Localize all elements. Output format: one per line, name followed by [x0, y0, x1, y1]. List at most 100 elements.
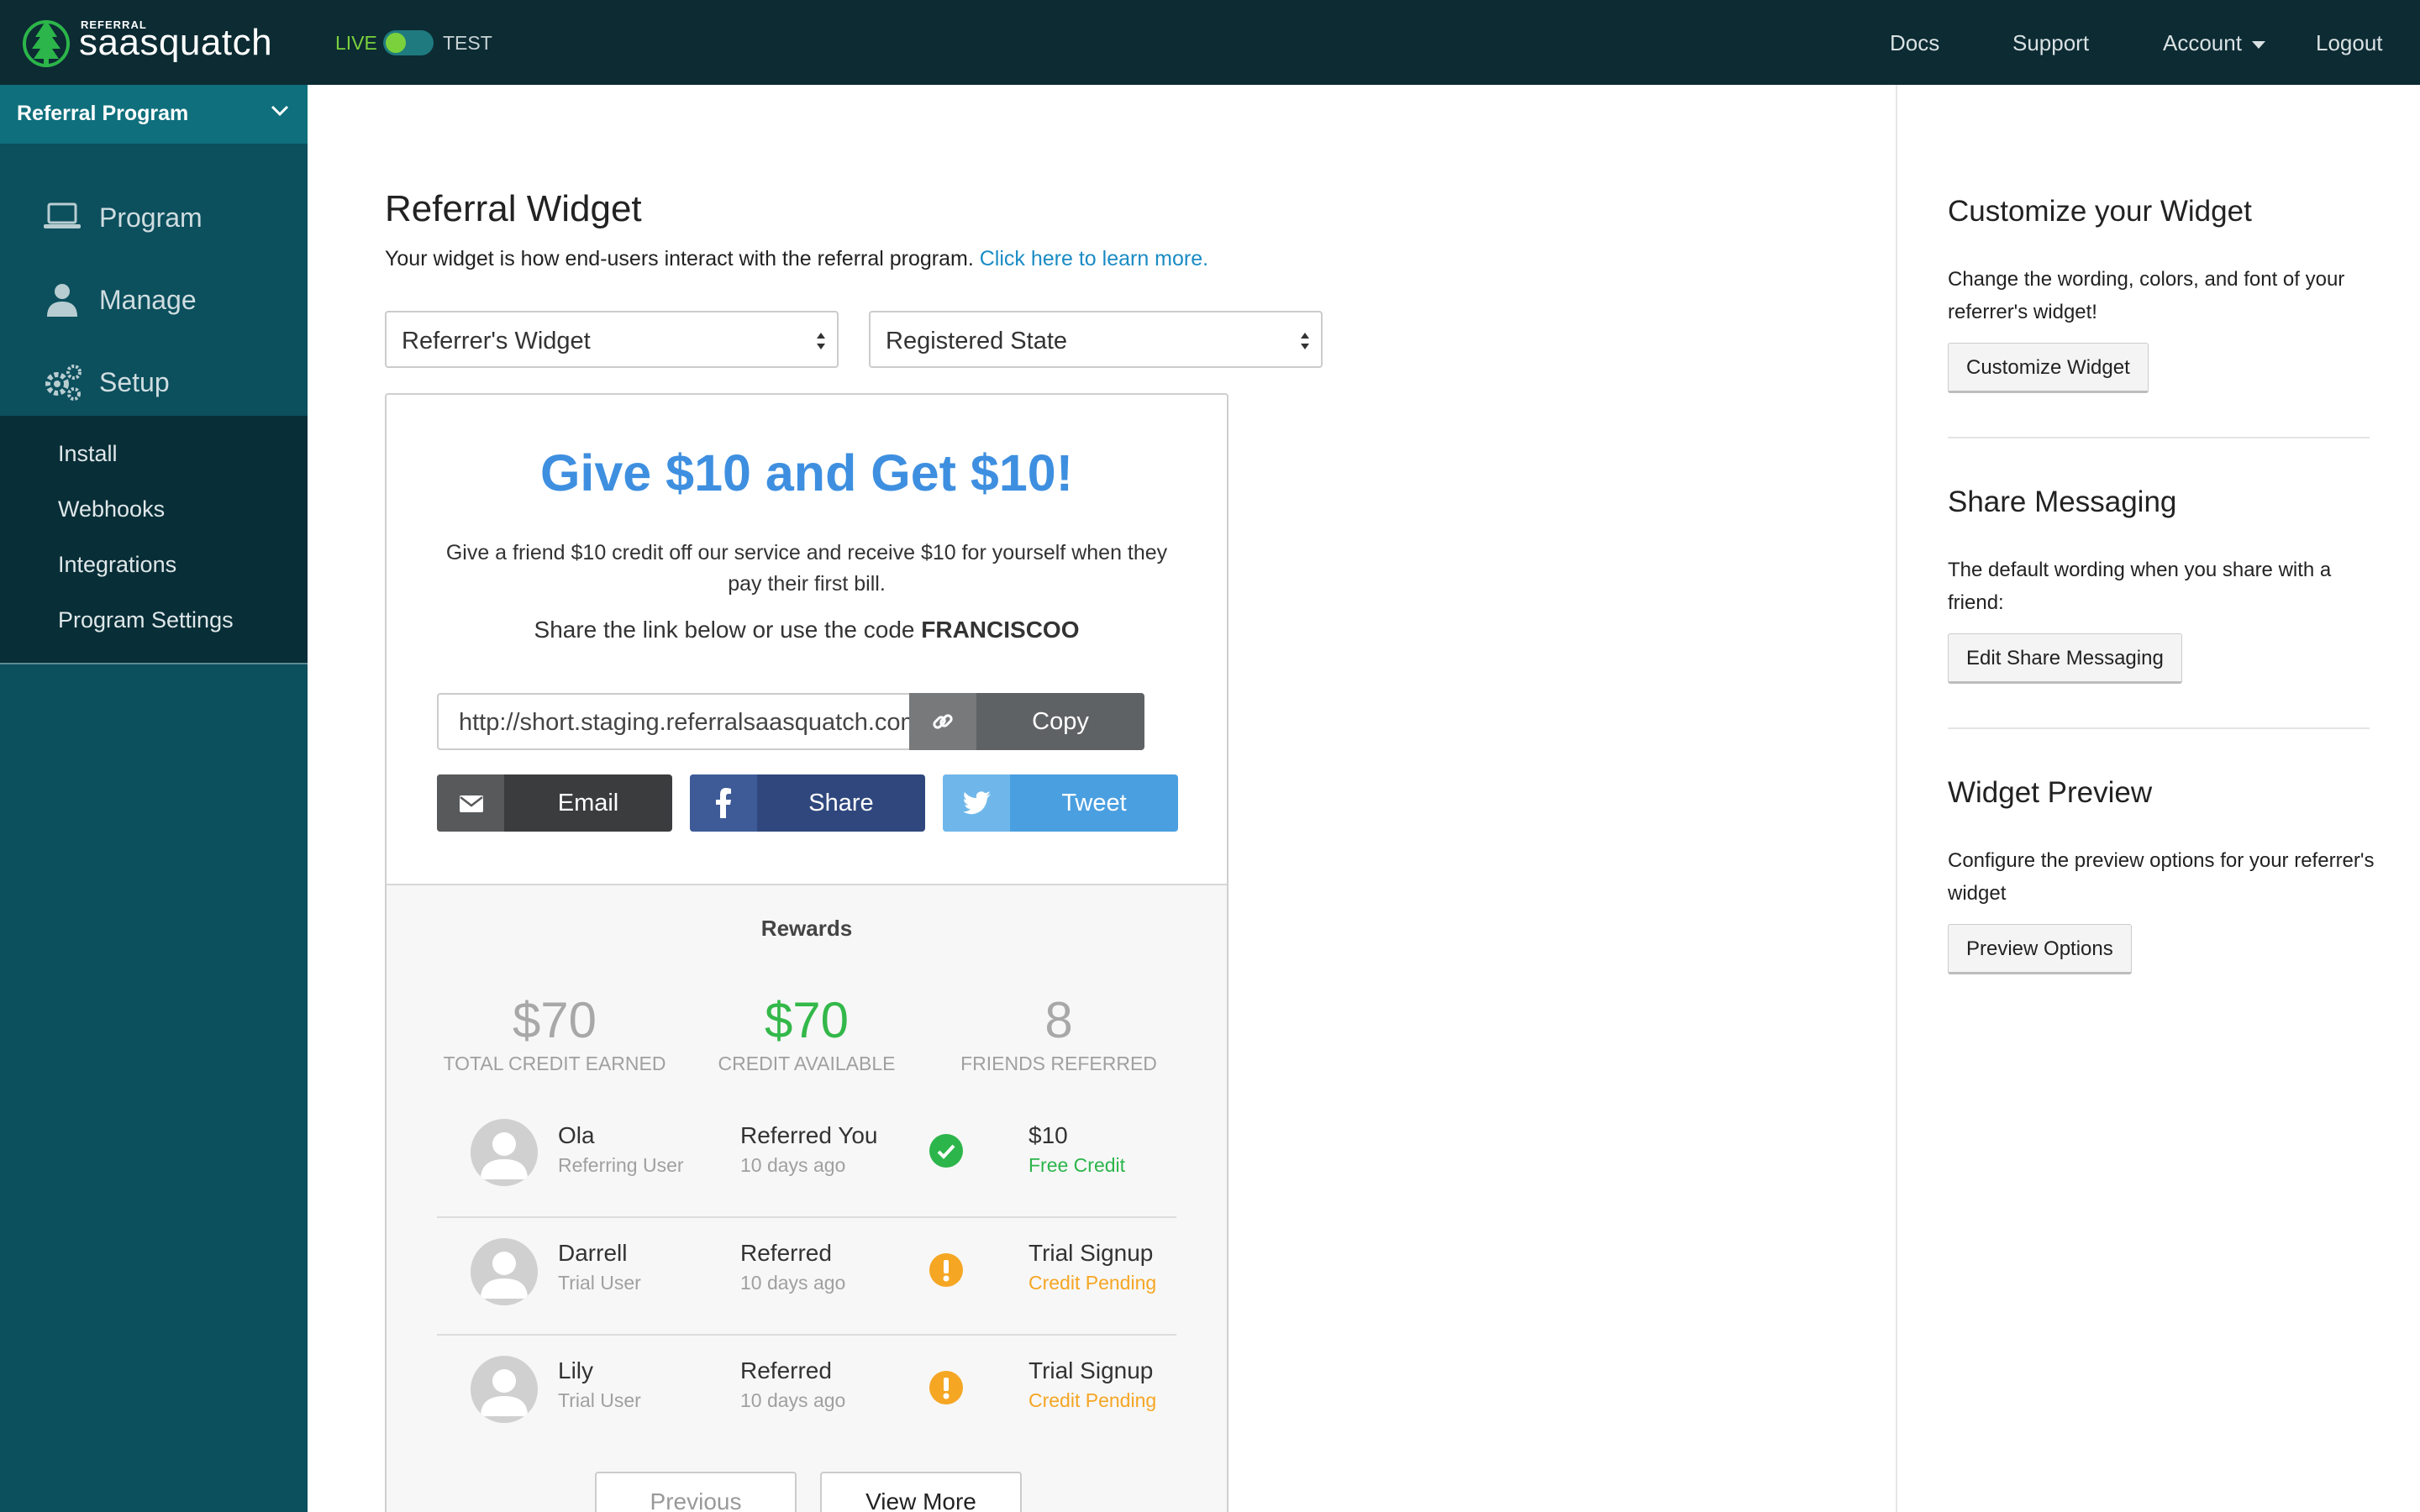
share-messaging-title: Share Messaging — [1948, 486, 2177, 518]
email-icon-box — [437, 774, 504, 832]
referral-status: Referred — [740, 1357, 832, 1383]
saasquatch-logo[interactable]: REFERRAL saasquatch — [22, 13, 274, 72]
referral-reward: Trial Signup — [1028, 1357, 1154, 1383]
page-description: Your widget is how end-users interact wi… — [385, 247, 1208, 271]
email-button-label: Email — [557, 790, 619, 816]
sidebar-subitem-integrations[interactable]: Integrations — [58, 552, 176, 578]
facebook-share-button[interactable]: Share — [690, 774, 925, 832]
envelope-icon — [460, 795, 483, 812]
referral-row: Darrell Trial User Referred 10 days ago … — [437, 1218, 1176, 1336]
sidebar-item-program-label: Program — [99, 202, 203, 233]
referral-row: Lily Trial User Referred 10 days ago Tri… — [437, 1336, 1176, 1453]
setup-submenu: Install Webhooks Integrations Program Se… — [0, 416, 308, 663]
stat-friends-referred: 8 FRIENDS REFERRED — [933, 991, 1185, 1075]
default-avatar-icon — [481, 1132, 528, 1179]
facebook-icon — [716, 788, 731, 818]
stat-friends-referred-value: 8 — [1044, 992, 1073, 1048]
live-test-toggle[interactable] — [383, 30, 434, 55]
widget-type-select[interactable]: Referrer's Widget — [385, 311, 839, 368]
customize-widget-description: Change the wording, colors, and font of … — [1948, 268, 2345, 323]
stat-credit-available: $70 CREDIT AVAILABLE — [681, 991, 933, 1075]
previous-button-label: Previous — [650, 1488, 742, 1512]
caret-down-icon — [2251, 40, 2265, 49]
avatar — [471, 1238, 538, 1305]
referral-role: Trial User — [558, 1272, 641, 1294]
toggle-knob — [386, 33, 406, 53]
view-more-button-label: View More — [865, 1488, 976, 1512]
nav-docs-link[interactable]: Docs — [1890, 30, 1939, 56]
nav-account-label: Account — [2163, 30, 2242, 55]
right-panel-divider — [1896, 85, 1897, 1512]
widget-description: Give a friend $10 credit off our service… — [445, 541, 1168, 596]
nav-account-dropdown[interactable]: Account — [2163, 30, 2265, 56]
previous-button[interactable]: Previous — [595, 1472, 797, 1512]
page-description-text: Your widget is how end-users interact wi… — [385, 247, 974, 270]
avatar — [471, 1119, 538, 1186]
copy-link-button[interactable]: Copy — [909, 693, 1144, 750]
twitter-icon-box — [943, 774, 1010, 832]
nav-support-link[interactable]: Support — [2012, 30, 2089, 56]
referral-time: 10 days ago — [740, 1272, 846, 1294]
avatar — [471, 1356, 538, 1423]
sidebar-subitem-webhooks[interactable]: Webhooks — [58, 496, 165, 522]
program-selector-label: Referral Program — [17, 102, 189, 125]
referral-status: Referred You — [740, 1122, 878, 1148]
customize-widget-button[interactable]: Customize Widget — [1948, 343, 2149, 393]
referral-time: 10 days ago — [740, 1154, 846, 1176]
widget-state-select[interactable]: Registered State — [869, 311, 1323, 368]
referral-name: Darrell — [558, 1240, 628, 1266]
edit-share-messaging-button[interactable]: Edit Share Messaging — [1948, 633, 2182, 684]
sidebar-item-setup[interactable]: Setup — [0, 342, 308, 423]
widget-preview-card: Give $10 and Get $10! Give a friend $10 … — [385, 393, 1228, 1512]
referral-time: 10 days ago — [740, 1389, 846, 1411]
program-selector[interactable]: Referral Program — [0, 85, 308, 144]
view-more-button[interactable]: View More — [820, 1472, 1022, 1512]
gears-icon — [45, 365, 82, 401]
default-avatar-icon — [481, 1369, 528, 1416]
section-divider — [1948, 727, 2370, 729]
nav-logout-link[interactable]: Logout — [2316, 30, 2383, 56]
facebook-icon-box — [690, 774, 757, 832]
stat-friends-referred-label: FRIENDS REFERRED — [960, 1053, 1157, 1074]
learn-more-link[interactable]: Click here to learn more. — [980, 247, 1208, 270]
sidebar-subitem-install[interactable]: Install — [58, 441, 118, 467]
top-navigation-bar: REFERRAL saasquatch LIVE TEST Docs Suppo… — [0, 0, 2420, 85]
stat-credit-available-label: CREDIT AVAILABLE — [718, 1053, 896, 1074]
share-messaging-description: The default wording when you share with … — [1948, 559, 2332, 614]
stat-total-credit-label: TOTAL CREDIT EARNED — [443, 1053, 666, 1074]
default-avatar-icon — [481, 1252, 528, 1299]
referral-code: FRANCISCOO — [921, 617, 1080, 643]
widget-code-prefix: Share the link below or use the code — [534, 617, 915, 643]
sidebar-item-manage-label: Manage — [99, 285, 197, 315]
copy-icon-box — [909, 693, 976, 750]
email-share-button[interactable]: Email — [437, 774, 672, 832]
stat-total-credit: $70 TOTAL CREDIT EARNED — [429, 991, 681, 1075]
share-link-input[interactable]: http://short.staging.referralsaasquatch.… — [437, 693, 928, 750]
page-title: Referral Widget — [385, 188, 642, 229]
user-icon — [47, 284, 77, 317]
sidebar-item-manage[interactable]: Manage — [0, 260, 308, 340]
facebook-button-label: Share — [808, 790, 874, 816]
widget-headline: Give $10 and Get $10! — [539, 444, 1074, 501]
twitter-share-button[interactable]: Tweet — [943, 774, 1178, 832]
sidebar-item-program[interactable]: Program — [0, 177, 308, 258]
referral-role: Referring User — [558, 1154, 684, 1176]
referral-name: Ola — [558, 1122, 595, 1148]
sidebar-subitem-program-settings[interactable]: Program Settings — [58, 607, 234, 633]
stat-total-credit-value: $70 — [512, 992, 597, 1048]
referral-reward: $10 — [1028, 1122, 1068, 1148]
referral-name: Lily — [558, 1357, 594, 1383]
select-arrows-icon — [817, 333, 825, 349]
live-mode-label: LIVE — [335, 32, 377, 54]
preview-options-button[interactable]: Preview Options — [1948, 924, 2132, 974]
referral-role: Trial User — [558, 1389, 641, 1411]
share-link-value: http://short.staging.referralsaasquatch.… — [459, 709, 928, 736]
warning-circle-icon — [929, 1253, 963, 1287]
link-icon — [933, 714, 953, 729]
referral-reward: Trial Signup — [1028, 1240, 1154, 1266]
test-mode-label: TEST — [443, 32, 492, 54]
check-circle-icon — [929, 1134, 963, 1168]
widget-state-value: Registered State — [886, 328, 1068, 354]
sidebar-divider — [0, 663, 308, 664]
rewards-title: Rewards — [760, 916, 853, 941]
